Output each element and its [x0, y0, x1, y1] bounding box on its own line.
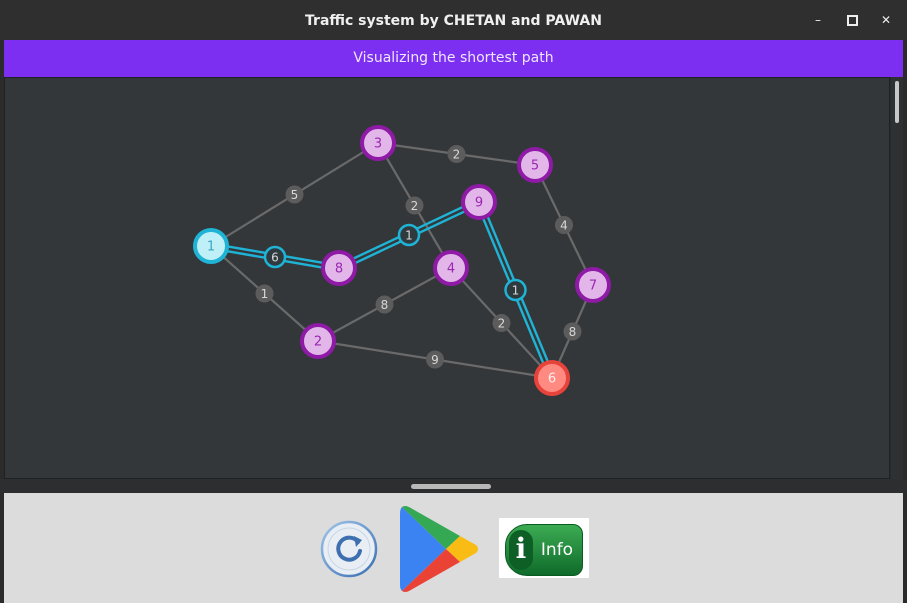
- bottom-toolbar: i Info: [4, 493, 903, 603]
- edge-weight-8-9: 1: [397, 223, 421, 247]
- pane-splitter[interactable]: [0, 479, 907, 493]
- edge-weight-label: 2: [411, 199, 419, 213]
- splitter-handle[interactable]: [411, 484, 491, 489]
- reset-button[interactable]: [320, 520, 378, 578]
- edge-weight-label: 8: [569, 325, 577, 339]
- edge-weight-3-4: 2: [405, 196, 424, 215]
- node-label: 3: [374, 137, 382, 152]
- vertical-scrollbar[interactable]: [891, 77, 903, 479]
- graph-node-7[interactable]: 7: [575, 267, 611, 303]
- edge-weight-2-4: 8: [375, 295, 394, 314]
- graph-node-9[interactable]: 9: [461, 184, 497, 220]
- graph-node-4[interactable]: 4: [433, 250, 469, 286]
- title-bar: Traffic system by CHETAN and PAWAN – ✕: [0, 0, 907, 40]
- node-label: 8: [335, 262, 343, 277]
- node-label: 5: [531, 159, 539, 174]
- edge-weight-label: 1: [405, 229, 413, 243]
- info-icon: i Info: [505, 524, 583, 576]
- graph-node-3[interactable]: 3: [360, 125, 396, 161]
- node-label: 1: [207, 240, 215, 255]
- node-label: 7: [589, 279, 597, 294]
- graph-canvas[interactable]: 561221892148123456789: [4, 77, 890, 479]
- node-label: 9: [475, 196, 483, 211]
- play-store-icon: [400, 506, 478, 592]
- edge-weight-label: 4: [560, 219, 568, 233]
- edge-weight-label: 1: [261, 287, 269, 301]
- info-button[interactable]: i Info: [499, 518, 589, 578]
- graph-node-2[interactable]: 2: [300, 323, 336, 359]
- graph-node-6[interactable]: 6: [534, 360, 570, 396]
- edge-weight-label: 2: [453, 148, 461, 162]
- graph-node-1[interactable]: 1: [193, 228, 229, 264]
- edge-weight-label: 8: [381, 298, 389, 312]
- node-label: 2: [314, 335, 322, 350]
- maximize-icon: [846, 15, 858, 26]
- maximize-button[interactable]: [842, 10, 862, 30]
- close-button[interactable]: ✕: [876, 10, 896, 30]
- graph-svg: 561221892148123456789: [193, 125, 611, 396]
- node-label: 6: [548, 372, 556, 387]
- graph-node-5[interactable]: 5: [517, 147, 553, 183]
- edge-weight-label: 1: [512, 284, 520, 298]
- edge-weight-1-3: 5: [285, 185, 304, 204]
- edge-weight-1-8: 6: [263, 245, 287, 269]
- window-title: Traffic system by CHETAN and PAWAN: [305, 13, 602, 29]
- info-letter: i: [515, 532, 527, 565]
- edge-weight-label: 9: [431, 353, 439, 367]
- scroll-thumb[interactable]: [895, 81, 899, 123]
- minimize-button[interactable]: –: [808, 10, 828, 30]
- graph-node-8[interactable]: 8: [321, 250, 357, 286]
- edge-weight-7-6: 8: [563, 322, 582, 341]
- play-button[interactable]: [400, 505, 480, 593]
- edge-weight-label: 6: [271, 251, 279, 265]
- edge-weight-4-6: 2: [492, 314, 511, 332]
- edge-weight-3-5: 2: [447, 145, 466, 163]
- node-label: 4: [447, 262, 455, 277]
- edge-weight-1-2: 1: [255, 284, 274, 303]
- edge-weight-2-6: 9: [426, 350, 444, 369]
- edge-weight-label: 2: [498, 317, 506, 331]
- edge-weight-label: 5: [291, 188, 299, 202]
- edge-weight-5-7: 4: [555, 216, 573, 234]
- refresh-icon: [320, 520, 378, 578]
- edge-weight-9-6: 1: [504, 278, 527, 302]
- status-banner: Visualizing the shortest path: [4, 40, 903, 77]
- info-label: Info: [540, 540, 574, 560]
